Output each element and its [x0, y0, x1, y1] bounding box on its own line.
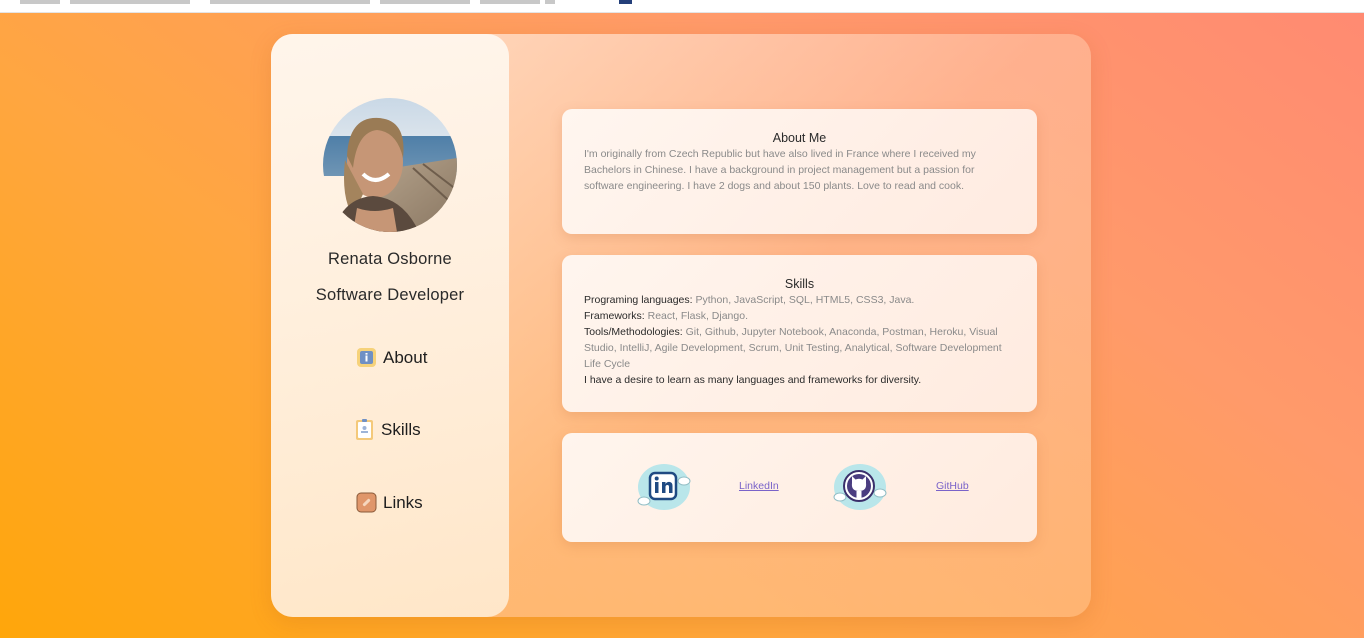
links-panel: LinkedIn GitHub: [562, 433, 1037, 542]
info-icon: [355, 346, 378, 369]
browser-top-strip: [0, 0, 1364, 13]
profile-card: Renata Osborne Software Developer About: [271, 34, 1091, 617]
links-row: LinkedIn GitHub: [562, 461, 1037, 517]
linkedin-icon[interactable]: [634, 461, 692, 517]
skills-panel: Skills Programing languages: Python, Jav…: [562, 255, 1037, 412]
skills-tools-label: Tools/Methodologies:: [584, 326, 683, 338]
skills-frameworks-value: React, Flask, Django.: [647, 310, 748, 322]
skills-frameworks: Frameworks: React, Flask, Django.: [584, 308, 1015, 324]
linkedin-link[interactable]: LinkedIn: [739, 480, 779, 492]
skills-languages-value: Python, JavaScript, SQL, HTML5, CSS3, Ja…: [695, 294, 915, 306]
skills-closing: I have a desire to learn as many languag…: [584, 374, 922, 386]
nav-item-about[interactable]: About: [355, 346, 427, 369]
profile-role: Software Developer: [315, 286, 465, 304]
nav-item-label: Skills: [381, 419, 421, 439]
github-icon[interactable]: [830, 461, 888, 517]
skills-languages-label: Programing languages:: [584, 294, 693, 306]
skills-title: Skills: [784, 277, 815, 291]
skills-tools: Tools/Methodologies: Git, Github, Jupyte…: [584, 324, 1015, 372]
clipboard-icon: [353, 418, 376, 441]
about-panel: About Me I'm originally from Czech Repub…: [562, 109, 1037, 234]
skills-languages: Programing languages: Python, JavaScript…: [584, 292, 1015, 308]
nav-item-label: About: [383, 347, 428, 367]
nav-item-skills[interactable]: Skills: [353, 418, 421, 441]
nav-item-label: Links: [383, 492, 423, 512]
sidebar: Renata Osborne Software Developer About: [271, 34, 509, 617]
avatar: [323, 98, 457, 232]
nav-item-links[interactable]: Links: [355, 491, 423, 514]
link-icon: [355, 491, 378, 514]
about-text: I'm originally from Czech Republic but h…: [584, 148, 976, 192]
about-title: About Me: [772, 131, 827, 145]
github-link[interactable]: GitHub: [936, 480, 969, 492]
profile-name: Renata Osborne: [328, 250, 452, 268]
skills-frameworks-label: Frameworks:: [584, 310, 645, 322]
